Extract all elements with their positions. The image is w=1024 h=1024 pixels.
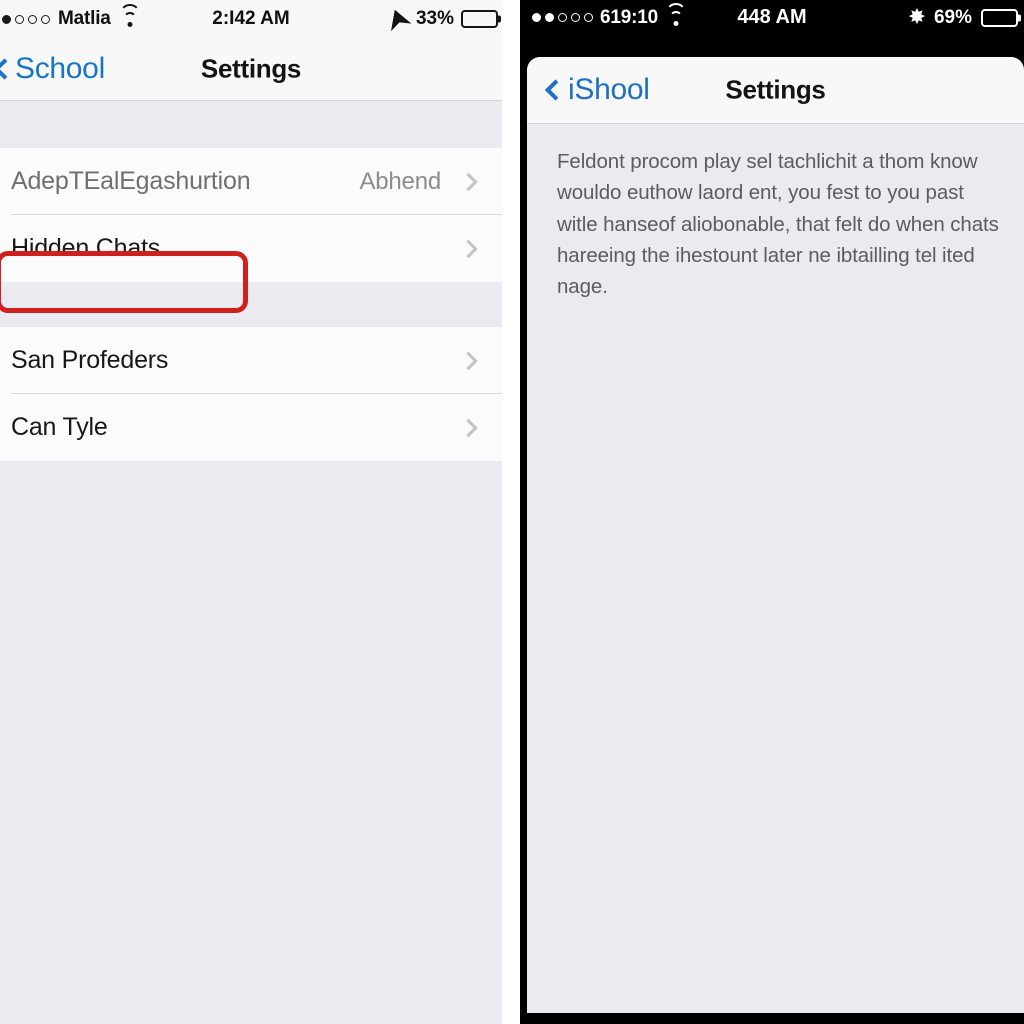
- settings-row-label: San Profeders: [11, 346, 169, 374]
- battery-icon: [461, 10, 498, 28]
- right-card-stage: iShool Settings Feldont procom play sel …: [520, 35, 1024, 1024]
- chevron-right-icon: [462, 417, 475, 439]
- settings-row-accessory: Abhend: [359, 168, 502, 196]
- settings-row-label: Hidden Chats: [11, 234, 161, 262]
- settings-row-accessory: [462, 238, 502, 260]
- settings-row-hidden-chats[interactable]: Hidden Chats: [0, 215, 502, 282]
- settings-row-san-profeders[interactable]: San Profeders: [0, 327, 502, 394]
- right-phone-screen: 619:10 448 AM ✸ 69% iShool Settings Feld…: [520, 0, 1024, 1024]
- right-status-bar-right: ✸ 69%: [909, 7, 1018, 29]
- location-arrow-icon: [384, 5, 411, 30]
- battery-percent-label: 33%: [415, 8, 454, 29]
- settings-row-accessory: [462, 417, 502, 439]
- bluetooth-icon: ✸: [909, 7, 925, 28]
- page-title: Settings: [725, 74, 826, 105]
- chevron-right-icon: [462, 171, 475, 193]
- description-paragraph: Feldont procom play sel tachlichit a tho…: [557, 150, 999, 299]
- dual-screenshot-container: Matlia 2:I42 AM 33% School Settings Adep…: [0, 0, 1024, 1024]
- right-settings-sheet: iShool Settings Feldont procom play sel …: [527, 57, 1024, 1013]
- page-title: Settings: [200, 53, 302, 84]
- section-gap-top: [0, 101, 502, 148]
- left-phone-screen: Matlia 2:I42 AM 33% School Settings Adep…: [0, 0, 502, 1024]
- chevron-right-icon: [462, 350, 475, 372]
- settings-section-1: AdepTEalEgashurtion Abhend Hidden Chats: [0, 148, 502, 282]
- left-nav-bar: School Settings: [0, 38, 502, 101]
- chevron-right-icon: [462, 238, 475, 260]
- panel-divider: [502, 0, 520, 1024]
- section-gap-middle: [0, 282, 502, 327]
- settings-row-can-tyle[interactable]: Can Tyle: [0, 394, 502, 461]
- settings-row-label: Can Tyle: [11, 413, 108, 441]
- settings-row-value: Abhend: [359, 167, 441, 195]
- left-status-bar-right: 33%: [387, 8, 498, 30]
- left-settings-list: AdepTEalEgashurtion Abhend Hidden Chats: [0, 101, 502, 1024]
- settings-section-2: San Profeders Can Tyle: [0, 327, 502, 461]
- settings-row-adaptation[interactable]: AdepTEalEgashurtion Abhend: [0, 148, 502, 215]
- left-status-bar: Matlia 2:I42 AM 33%: [0, 0, 502, 38]
- right-status-bar: 619:10 448 AM ✸ 69%: [520, 0, 1024, 35]
- battery-icon: [981, 8, 1018, 27]
- right-nav-bar: iShool Settings: [527, 57, 1024, 124]
- settings-row-accessory: [462, 350, 502, 372]
- battery-percent-label: 69%: [933, 6, 972, 28]
- settings-row-label: AdepTEalEgashurtion: [11, 167, 251, 195]
